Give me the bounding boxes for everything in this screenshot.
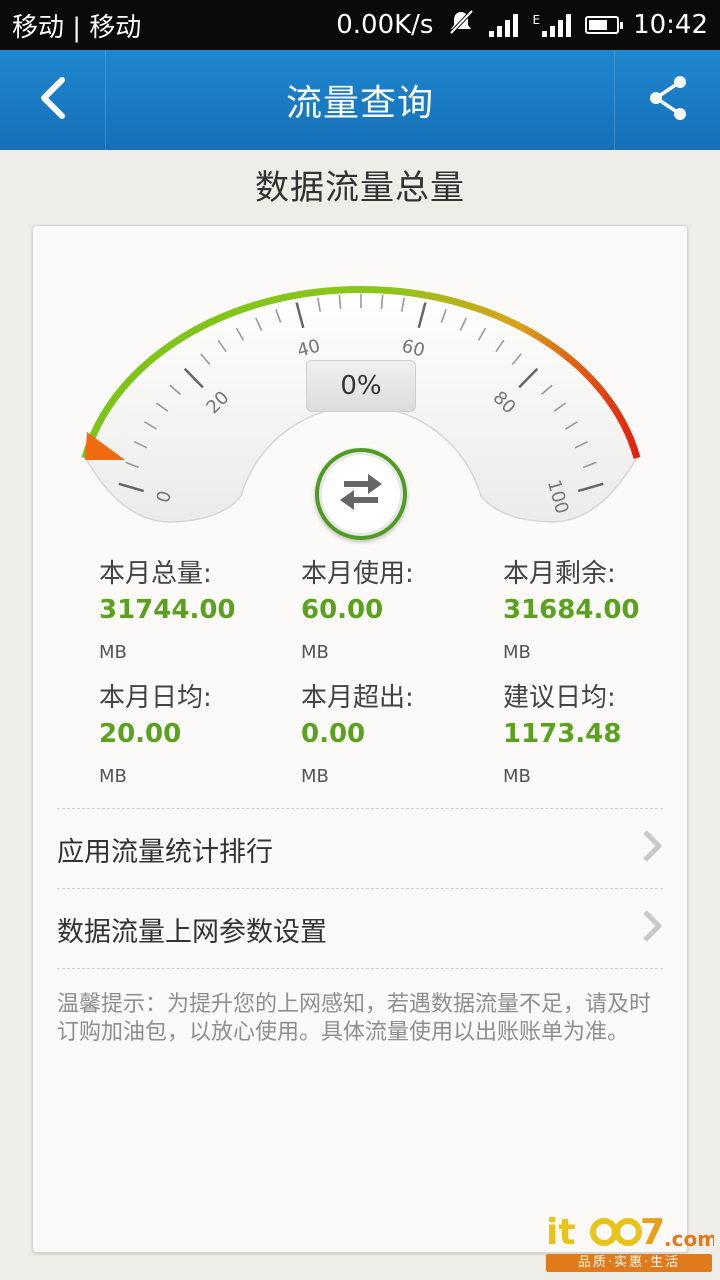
stat-unit: MB — [503, 642, 531, 663]
stat-unit: MB — [301, 766, 329, 787]
menu-item-data-settings[interactable]: 数据流量上网参数设置 — [57, 889, 663, 969]
stat-unit: MB — [503, 766, 531, 787]
watermark-tagline: 品质·实惠·生活 — [546, 1254, 712, 1272]
stat-unit: MB — [99, 766, 127, 787]
app-title: 流量查询 — [285, 83, 434, 124]
share-icon — [646, 73, 690, 127]
share-button[interactable] — [614, 50, 720, 150]
stat-value: 60.00 — [301, 595, 384, 625]
refresh-button[interactable] — [315, 448, 407, 540]
battery-icon — [585, 16, 624, 34]
stat-label: 本月超出: — [301, 683, 414, 713]
menu-item-app-traffic-ranking[interactable]: 应用流量统计排行 — [57, 809, 663, 889]
menu-item-label: 数据流量上网参数设置 — [57, 916, 327, 948]
usage-percent-box: 0% — [306, 360, 416, 412]
status-bar: 移动 | 移动 0.00K/s E 10:42 — [0, 0, 720, 50]
app-bar: 流量查询 — [0, 50, 720, 150]
stat-unit: MB — [99, 642, 127, 663]
carrier-text: 移动 | 移动 — [12, 12, 142, 43]
divider — [57, 968, 663, 969]
usage-percent-text: 0% — [340, 371, 382, 401]
stat-monthly-used: 本月使用: 60.00 MB — [301, 556, 503, 666]
stat-label: 本月使用: — [301, 559, 414, 589]
chevron-left-icon — [38, 76, 68, 124]
chevron-right-icon — [641, 829, 663, 870]
stat-monthly-remaining: 本月剩余: 31684.00 MB — [503, 556, 659, 666]
stat-value: 0.00 — [301, 719, 366, 749]
stat-label: 本月总量: — [99, 559, 212, 589]
network-speed: 0.00K/s — [336, 10, 434, 40]
signal-e-icon: E — [532, 13, 572, 37]
page-title: 数据流量总量 — [255, 168, 465, 208]
stat-unit: MB — [301, 642, 329, 663]
tip-text: 温馨提示：为提升您的上网感知，若遇数据流量不足，请及时订购加油包，以放心使用。具… — [57, 992, 652, 1045]
stat-value: 31684.00 — [503, 595, 640, 625]
usage-stats: 本月总量: 31744.00 MB 本月使用: 60.00 MB 本月剩余: 3… — [99, 556, 659, 790]
stat-suggested-daily: 建议日均: 1173.48 MB — [503, 680, 659, 790]
stat-value: 31744.00 — [99, 595, 236, 625]
signal-icon — [489, 13, 519, 37]
svg-text:.com: .com — [664, 1227, 714, 1251]
svg-text:7: 7 — [640, 1212, 665, 1252]
stat-monthly-total: 本月总量: 31744.00 MB — [99, 556, 301, 666]
stat-value: 20.00 — [99, 719, 182, 749]
notification-muted-icon — [447, 8, 475, 43]
menu-item-label: 应用流量统计排行 — [57, 836, 273, 868]
stat-monthly-exceeded: 本月超出: 0.00 MB — [301, 680, 503, 790]
stat-value: 1173.48 — [503, 719, 622, 749]
back-button[interactable] — [0, 50, 106, 150]
stat-label: 建议日均: — [503, 683, 616, 713]
data-usage-card: 0 20 40 60 80 100 0% 本月总量: 31744.00 MB 本月使用: … — [32, 225, 688, 1253]
stat-daily-average: 本月日均: 20.00 MB — [99, 680, 301, 790]
clock: 10:42 — [633, 10, 708, 40]
swap-arrows-icon — [338, 472, 384, 516]
stat-label: 本月剩余: — [503, 559, 616, 589]
stat-label: 本月日均: — [99, 683, 212, 713]
chevron-right-icon — [641, 909, 663, 950]
svg-text:it: it — [546, 1212, 576, 1252]
